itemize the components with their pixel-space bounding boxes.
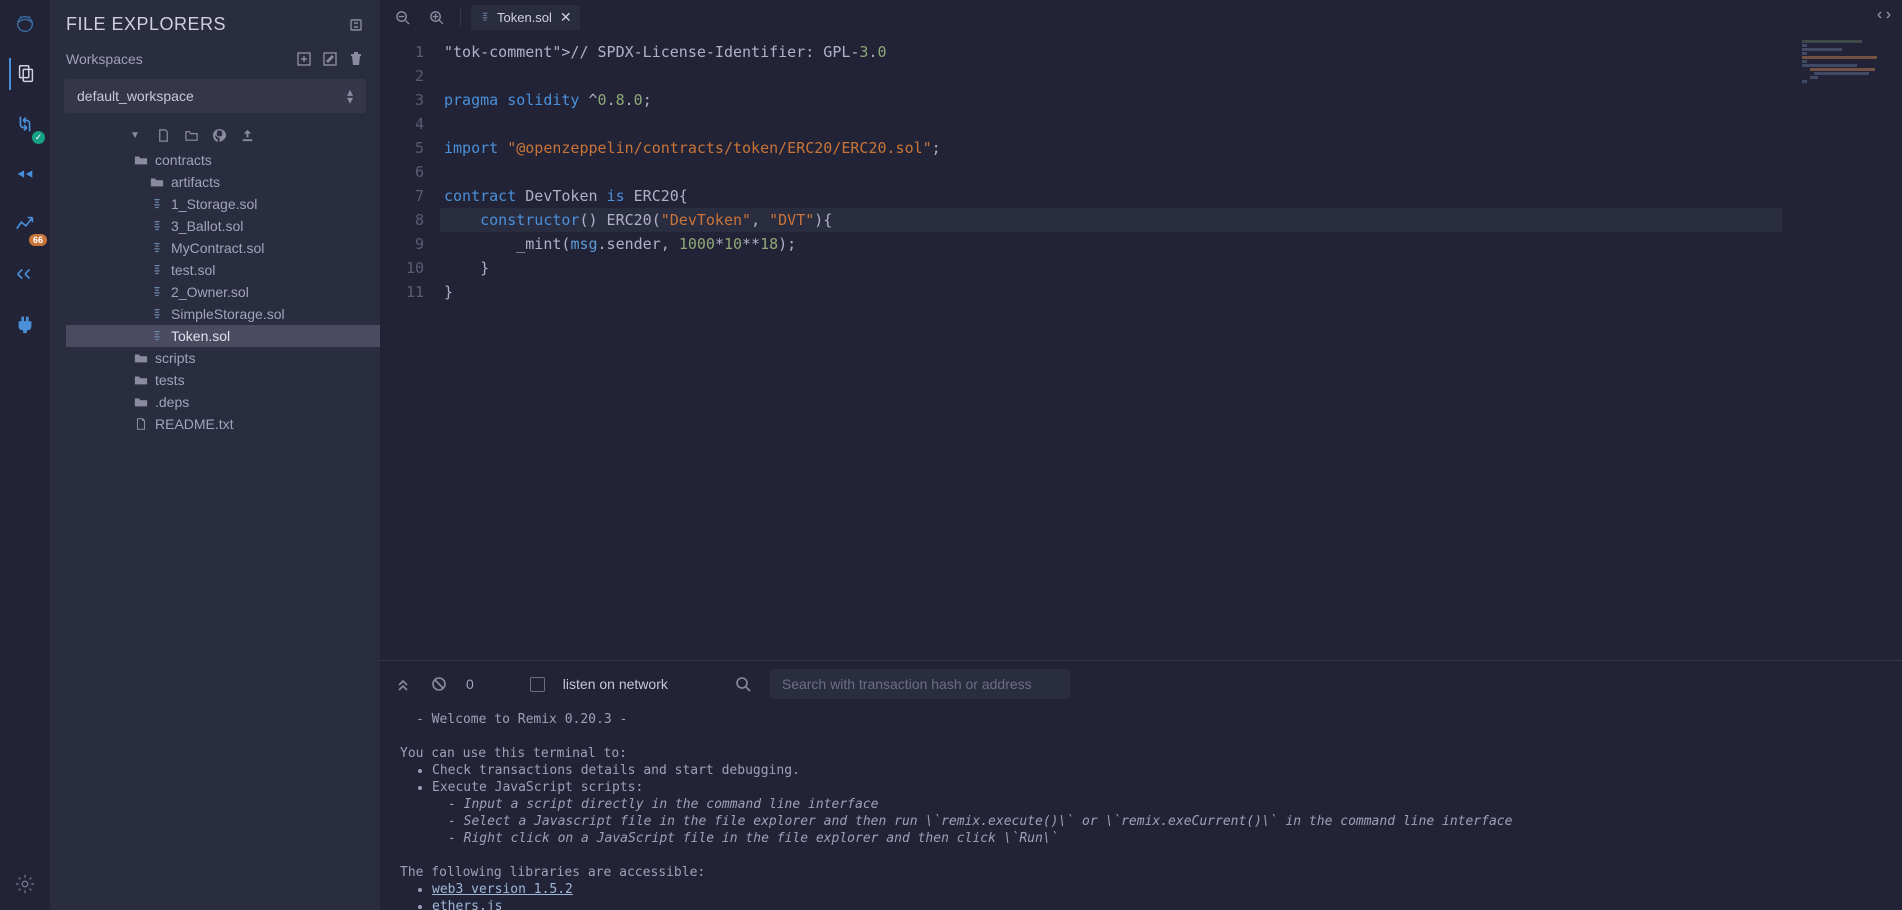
listen-label: listen on network bbox=[563, 676, 668, 692]
tree-item-label: Token.sol bbox=[171, 328, 230, 344]
upload-icon[interactable] bbox=[240, 127, 256, 143]
workspace-name: default_workspace bbox=[77, 88, 194, 104]
sidebar-title: FILE EXPLORERS bbox=[66, 14, 226, 35]
select-chevrons-icon: ▴▾ bbox=[347, 88, 353, 104]
new-folder-icon[interactable] bbox=[184, 127, 200, 143]
tree-item-label: tests bbox=[155, 372, 185, 388]
file-tree: contracts artifacts 1_Storage.sol 3_Ballot… bbox=[50, 149, 380, 435]
tree-item[interactable]: .deps bbox=[66, 391, 380, 413]
tab-row: Token.sol ✕ bbox=[380, 0, 1902, 34]
terminal-search-input[interactable] bbox=[770, 669, 1070, 699]
folder-label: contracts bbox=[155, 152, 212, 168]
tree-item[interactable]: test.sol bbox=[66, 259, 380, 281]
deploy-icon[interactable] bbox=[9, 158, 41, 190]
tree-item-label: README.txt bbox=[155, 416, 234, 432]
folder-contracts[interactable]: contracts bbox=[66, 149, 380, 171]
tree-item-label: SimpleStorage.sol bbox=[171, 306, 285, 322]
github-icon[interactable] bbox=[212, 127, 228, 143]
terminal-link[interactable]: web3 version 1.5.2 bbox=[432, 882, 573, 897]
zoom-in-icon[interactable] bbox=[422, 3, 450, 31]
terminal-output[interactable]: - Welcome to Remix 0.20.3 - You can use … bbox=[380, 707, 1902, 910]
tab-token-sol[interactable]: Token.sol ✕ bbox=[471, 5, 580, 30]
terminal-link[interactable]: ethers.js bbox=[432, 899, 502, 910]
file-explorer-sidebar: FILE EXPLORERS Workspaces default_worksp… bbox=[50, 0, 380, 910]
settings-icon[interactable] bbox=[9, 868, 41, 900]
minimap[interactable] bbox=[1802, 40, 1902, 150]
file-explorer-icon[interactable] bbox=[9, 58, 41, 90]
remix-logo-icon[interactable] bbox=[9, 8, 41, 40]
tree-item-label: 3_Ballot.sol bbox=[171, 218, 243, 234]
code-editor[interactable]: 1234567891011 "tok-comment">// SPDX-Lice… bbox=[380, 34, 1902, 660]
tree-item[interactable]: README.txt bbox=[66, 413, 380, 435]
analysis-icon[interactable]: 66 bbox=[9, 208, 41, 240]
debugger-icon[interactable] bbox=[9, 258, 41, 290]
tree-item-label: 1_Storage.sol bbox=[171, 196, 257, 212]
line-gutter: 1234567891011 bbox=[380, 40, 440, 660]
tree-item[interactable]: tests bbox=[66, 369, 380, 391]
analysis-badge: 66 bbox=[29, 234, 47, 246]
left-iconbar: ✓ 66 bbox=[0, 0, 50, 910]
fullscreen-icon[interactable] bbox=[1876, 7, 1892, 28]
listen-checkbox[interactable] bbox=[530, 677, 545, 692]
link-icon[interactable] bbox=[348, 17, 364, 33]
workspace-select[interactable]: default_workspace ▴▾ bbox=[64, 79, 366, 113]
code-content[interactable]: "tok-comment">// SPDX-License-Identifier… bbox=[440, 40, 1902, 660]
tree-item[interactable]: 2_Owner.sol bbox=[66, 281, 380, 303]
terminal-collapse-icon[interactable] bbox=[394, 675, 412, 693]
tree-toggle-icon[interactable]: ▼ bbox=[130, 130, 140, 141]
terminal-panel: 0 listen on network - Welcome to Remix 0… bbox=[380, 660, 1902, 910]
tab-close-icon[interactable]: ✕ bbox=[558, 9, 572, 26]
tab-label: Token.sol bbox=[497, 10, 552, 25]
terminal-toolbar: 0 listen on network bbox=[380, 661, 1902, 707]
compiler-icon[interactable]: ✓ bbox=[9, 108, 41, 140]
pending-tx-count: 0 bbox=[466, 676, 474, 692]
create-workspace-icon[interactable] bbox=[296, 51, 312, 67]
tree-item-label: .deps bbox=[155, 394, 189, 410]
tree-item-label: scripts bbox=[155, 350, 195, 366]
plugin-icon[interactable] bbox=[9, 308, 41, 340]
tree-item[interactable]: 3_Ballot.sol bbox=[66, 215, 380, 237]
terminal-search-icon[interactable] bbox=[734, 675, 752, 693]
tree-item-label: test.sol bbox=[171, 262, 215, 278]
tree-item-label: 2_Owner.sol bbox=[171, 284, 249, 300]
new-file-icon[interactable] bbox=[156, 127, 172, 143]
tree-item-label: MyContract.sol bbox=[171, 240, 264, 256]
tree-item[interactable]: SimpleStorage.sol bbox=[66, 303, 380, 325]
tree-item[interactable]: 1_Storage.sol bbox=[66, 193, 380, 215]
tree-item[interactable]: MyContract.sol bbox=[66, 237, 380, 259]
delete-workspace-icon[interactable] bbox=[348, 51, 364, 67]
zoom-out-icon[interactable] bbox=[388, 3, 416, 31]
file-toolbar: ▼ bbox=[50, 123, 380, 149]
tree-item-label: artifacts bbox=[171, 174, 220, 190]
rename-workspace-icon[interactable] bbox=[322, 51, 338, 67]
main-area: Token.sol ✕ 1234567891011 "tok-comment">… bbox=[380, 0, 1902, 910]
workspaces-label: Workspaces bbox=[66, 51, 143, 67]
tree-item[interactable]: artifacts bbox=[66, 171, 380, 193]
terminal-clear-icon[interactable] bbox=[430, 675, 448, 693]
tree-item[interactable]: scripts bbox=[66, 347, 380, 369]
tree-item[interactable]: Token.sol bbox=[66, 325, 380, 347]
